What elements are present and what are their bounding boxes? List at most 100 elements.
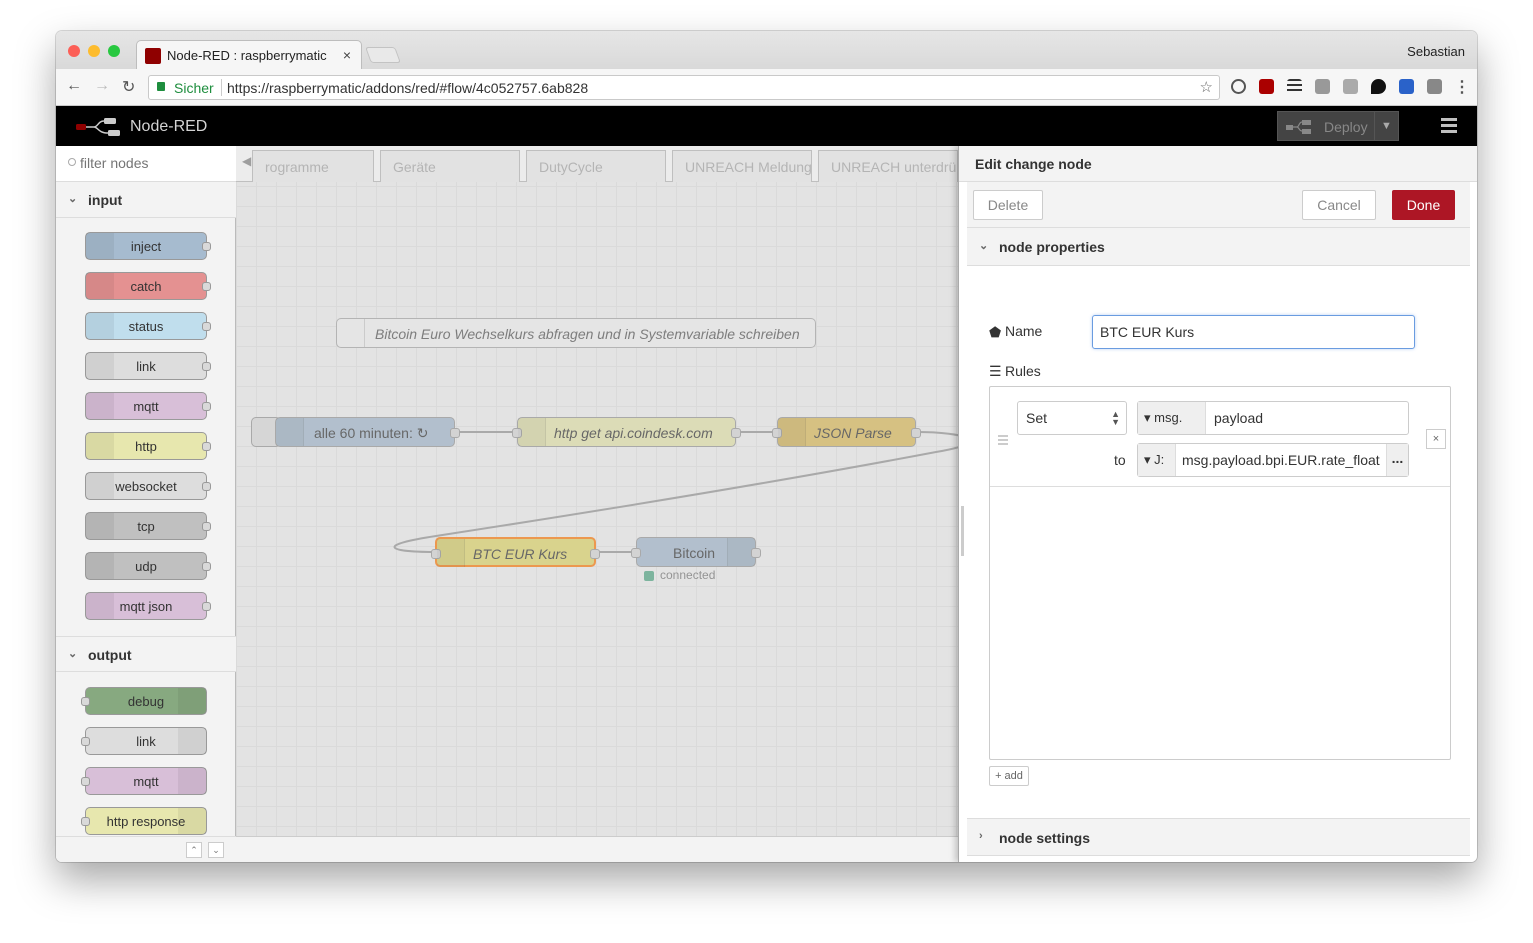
palette-node-catch[interactable]: catch [85, 272, 211, 300]
input-port [81, 777, 90, 786]
info-extension-icon[interactable] [1399, 79, 1414, 94]
tab-flow[interactable]: UNREACH unterdrü [818, 150, 958, 182]
input-port [81, 697, 90, 706]
main-menu-icon[interactable] [1441, 118, 1457, 136]
expand-all-icon[interactable]: ⌄ [208, 842, 224, 858]
source-value: msg.payload.bpi.EUR.rate_float [1182, 452, 1380, 468]
tab-flow[interactable]: rogramme [252, 150, 374, 182]
delete-button[interactable]: Delete [973, 190, 1043, 220]
url-text[interactable]: https://raspberrymatic/addons/red/#flow/… [227, 80, 588, 96]
palette-node-link[interactable]: link [85, 352, 211, 380]
palette-node-label: link [136, 359, 156, 374]
target-type-select[interactable]: ▾ msg. [1138, 402, 1206, 434]
status-dot [644, 571, 654, 581]
tab-flow[interactable]: Geräte [380, 150, 520, 182]
palette-node-mqtt-json[interactable]: mqtt json [85, 592, 211, 620]
list-extension-icon[interactable] [1287, 79, 1302, 94]
remove-rule-button[interactable]: × [1426, 429, 1446, 449]
palette-node-http[interactable]: http [85, 432, 211, 460]
palette-node-label: inject [130, 239, 162, 254]
rule-target-input[interactable]: ▾ msg. payload [1137, 401, 1409, 435]
glasses-extension-icon[interactable] [1343, 79, 1358, 94]
back-icon[interactable]: ← [66, 77, 82, 95]
close-window-button[interactable] [68, 45, 80, 57]
expression-editor-button[interactable]: ... [1386, 444, 1408, 476]
deploy-label: Deploy [1324, 119, 1368, 135]
output-port[interactable] [731, 428, 741, 438]
change-node[interactable]: BTC EUR Kurs [431, 537, 600, 567]
deploy-icon [1286, 120, 1311, 134]
palette-node-websocket[interactable]: websocket [85, 472, 211, 500]
palette-node-label: tcp [137, 519, 155, 534]
pin-extension-icon[interactable] [1371, 79, 1386, 94]
tray-title: Edit change node [959, 146, 1477, 182]
output-port[interactable] [450, 428, 460, 438]
bookmark-star-icon[interactable]: ☆ [1200, 78, 1213, 96]
rule-source-input[interactable]: ▾ J: msg.payload.bpi.EUR.rate_float ... [1137, 443, 1409, 477]
output-port[interactable] [751, 548, 761, 558]
ublock-extension-icon[interactable] [1259, 79, 1274, 94]
inject-node[interactable]: alle 60 minuten: ↻ [275, 417, 460, 447]
tab-flow[interactable]: UNREACH Meldung [672, 150, 812, 182]
reload-icon[interactable]: ↻ [122, 77, 135, 97]
rule-action-value: Set [1026, 410, 1048, 426]
palette-node-http-response[interactable]: http response [81, 807, 207, 835]
palette-node-inject[interactable]: inject [85, 232, 211, 260]
new-tab-button[interactable] [365, 47, 401, 63]
output-port[interactable] [590, 549, 600, 559]
input-port[interactable] [631, 548, 641, 558]
palette-node-mqtt[interactable]: mqtt [81, 767, 207, 795]
tray-resize-handle[interactable] [961, 506, 964, 556]
output-port[interactable] [911, 428, 921, 438]
search-icon [68, 158, 76, 166]
palette-node-status[interactable]: status [85, 312, 211, 340]
chevron-down-icon: ⌄ [68, 648, 78, 660]
address-bar[interactable]: Sicher https://raspberrymatic/addons/red… [148, 75, 1220, 100]
scroll-left-icon[interactable]: ◀ [242, 154, 251, 168]
add-rule-button[interactable]: + add [989, 766, 1029, 786]
drag-handle-icon[interactable] [998, 435, 1008, 447]
collapse-all-icon[interactable]: ⌃ [186, 842, 202, 858]
profile-name[interactable]: Sebastian [1407, 44, 1465, 59]
camera-extension-icon[interactable] [1315, 79, 1330, 94]
node-properties-section[interactable]: ⌄ node properties [967, 228, 1470, 266]
tab-close-icon[interactable]: × [343, 47, 351, 63]
forward-icon[interactable]: → [94, 77, 110, 95]
output-port [202, 602, 211, 611]
recycle-extension-icon[interactable] [1231, 79, 1246, 94]
tab-flow[interactable]: DutyCycle [526, 150, 666, 182]
ccu-sysvar-node[interactable]: Bitcoin [631, 537, 761, 567]
name-input[interactable]: BTC EUR Kurs [1092, 315, 1415, 349]
comment-node[interactable]: Bitcoin Euro Wechselkurs abfragen und in… [336, 318, 816, 348]
node-status-text: connected [660, 568, 716, 582]
chevron-down-icon: ⌄ [979, 240, 989, 252]
browser-tab[interactable]: Node-RED : raspberrymatic × [136, 40, 362, 70]
done-button[interactable]: Done [1392, 190, 1455, 220]
palette-node-mqtt[interactable]: mqtt [85, 392, 211, 420]
minimize-window-button[interactable] [88, 45, 100, 57]
palette-node-label: websocket [115, 479, 177, 494]
wire-layer [393, 431, 958, 553]
palette-node-debug[interactable]: debug [81, 687, 207, 715]
palette-footer: ⌃ ⌄ [56, 836, 236, 862]
palette-node-udp[interactable]: udp [85, 552, 211, 580]
zoom-window-button[interactable] [108, 45, 120, 57]
palette-node-link[interactable]: link [81, 727, 207, 755]
deploy-menu-caret-icon[interactable]: ▼ [1374, 112, 1398, 140]
source-type-select[interactable]: ▾ J: [1138, 444, 1176, 476]
palette-node-tcp[interactable]: tcp [85, 512, 211, 540]
http-request-node[interactable]: http get api.coindesk.com [512, 417, 741, 447]
palette-category-input[interactable]: ⌄ input [56, 182, 236, 218]
flow-workspace[interactable]: ◀ rogramme Geräte DutyCycle UNREACH Meld… [236, 146, 958, 862]
deploy-button[interactable]: Deploy ▼ [1277, 111, 1399, 141]
json-node[interactable]: JSON Parse [772, 417, 921, 447]
cancel-button[interactable]: Cancel [1302, 190, 1376, 220]
jb-extension-icon[interactable] [1427, 79, 1442, 94]
node-label: alle 60 minuten: ↻ [314, 425, 429, 441]
filter-nodes-input[interactable] [80, 155, 220, 171]
palette-category-output[interactable]: ⌄ output [56, 636, 236, 672]
comment-icon [337, 319, 365, 347]
browser-menu-icon[interactable]: ⋮ [1454, 77, 1470, 97]
node-settings-section[interactable]: › node settings [967, 818, 1470, 856]
rule-action-select[interactable]: Set ▲ ▼ [1017, 401, 1127, 435]
